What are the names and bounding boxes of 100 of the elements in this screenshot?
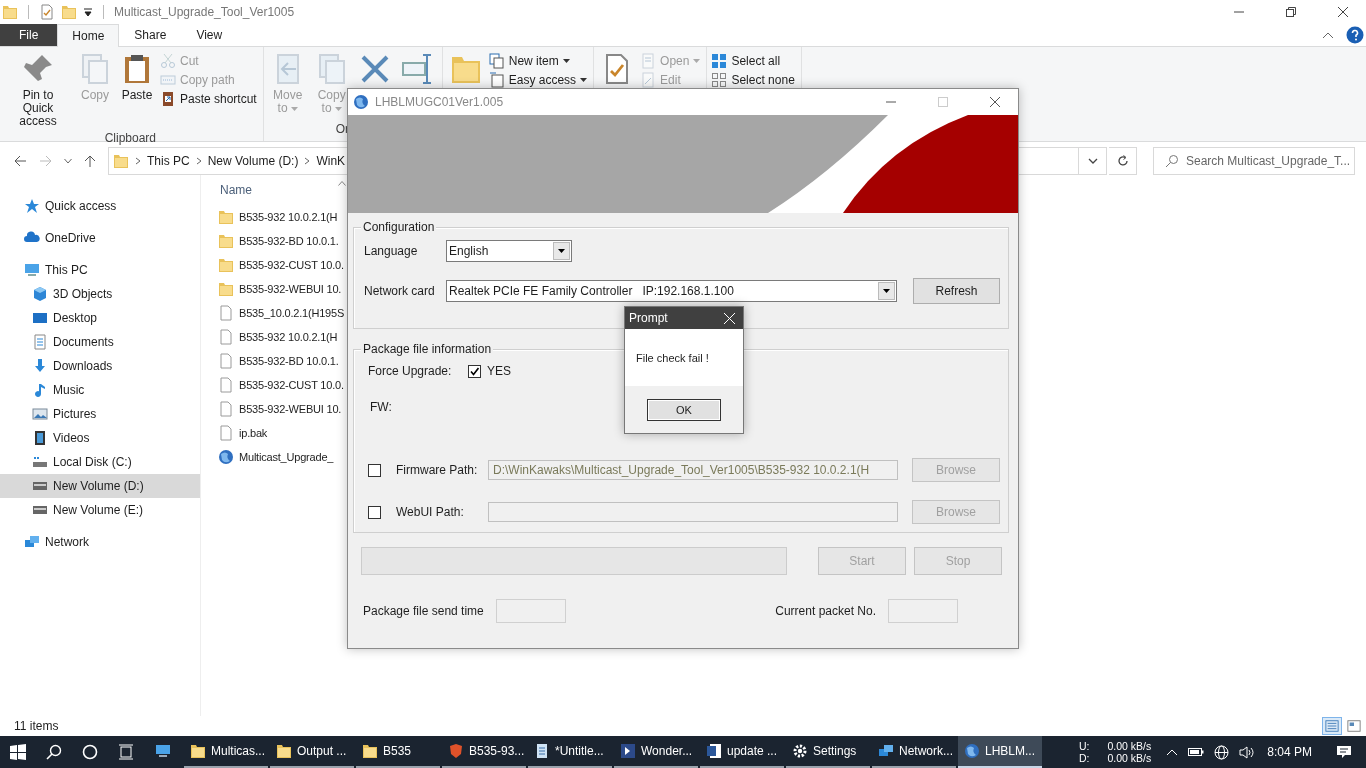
file-name[interactable]: B535-932-CUST 10.0. — [239, 259, 344, 271]
path-field[interactable]: D:\WinKawaks\Multicast_Upgrade_Tool_Ver1005\B535-932 10.0.2.1(H — [488, 460, 898, 480]
chevron-icon — [135, 157, 141, 165]
taskbar-app-button[interactable]: Settings — [786, 736, 870, 768]
file-name[interactable]: B535-932-WEBUI 10. — [239, 403, 342, 415]
nav-item[interactable]: New Volume (E:) — [0, 498, 200, 522]
taskbar-app-button[interactable]: Wonder... — [614, 736, 698, 768]
clock[interactable]: 8:04 PM — [1267, 745, 1312, 759]
file-name[interactable]: ip.bak — [239, 427, 268, 439]
file-name[interactable]: Multicast_Upgrade_ — [239, 451, 334, 463]
ribbon-button[interactable]: Select all — [711, 53, 795, 69]
folder-icon — [362, 743, 378, 759]
nav-item[interactable]: Downloads — [0, 354, 200, 378]
refresh-button[interactable] — [1109, 147, 1137, 175]
notifications-icon[interactable] — [1336, 744, 1352, 760]
taskbar-app-button[interactable]: Output ... — [270, 736, 354, 768]
file-name[interactable]: B535-932 10.0.2.1(H — [239, 211, 338, 223]
breadcrumb[interactable]: WinK — [316, 154, 346, 168]
taskbar-app-button[interactable]: Multicas... — [184, 736, 268, 768]
ribbon-tab[interactable]: Share — [119, 24, 182, 46]
document-icon — [218, 329, 234, 345]
star-icon — [24, 198, 40, 214]
taskbar-app-button[interactable]: LHBLM... — [958, 736, 1042, 768]
file-name[interactable]: B535-932-CUST 10.0. — [239, 379, 344, 391]
group-title: Package file information — [361, 342, 494, 356]
chevron-down-icon — [1087, 158, 1098, 164]
film-icon — [32, 430, 48, 446]
shield-icon — [448, 743, 464, 759]
folder-icon — [61, 4, 77, 20]
document-icon — [218, 401, 234, 417]
checkmark-icon — [470, 366, 479, 376]
network-icon — [24, 534, 40, 550]
checkbox[interactable] — [368, 463, 381, 477]
ribbon-button[interactable]: New item — [488, 53, 588, 69]
shortcut-icon — [160, 91, 176, 107]
nav-item[interactable]: Documents — [0, 330, 200, 354]
dropdown-arrow-icon[interactable] — [83, 7, 93, 17]
file-name[interactable]: B535-932-BD 10.0.1. — [239, 235, 339, 247]
dropdown[interactable]: Realtek PCIe FE Family Controller IP:192.168.1.100 — [446, 280, 897, 302]
taskbar-app-button[interactable]: B535-93... — [442, 736, 526, 768]
document-icon — [706, 743, 722, 759]
ok-button[interactable]: OK — [647, 398, 721, 421]
ribbon-button[interactable]: Select none — [711, 72, 795, 88]
collapse-ribbon-icon[interactable] — [1322, 31, 1334, 39]
file-menu-tab[interactable]: File — [0, 24, 58, 46]
help-icon[interactable] — [1346, 26, 1364, 44]
ribbon-tab[interactable]: Home — [57, 24, 120, 47]
nav-item[interactable]: Videos — [0, 426, 200, 450]
nav-item[interactable]: Music — [0, 378, 200, 402]
file-name[interactable]: B535-932-WEBUI 10. — [239, 283, 342, 295]
tiles-view-icon — [1347, 719, 1361, 733]
file-name[interactable]: B535_10.0.2.1(H195S — [239, 307, 345, 319]
chevron-icon — [304, 157, 311, 165]
ribbon-button[interactable]: Paste shortcut — [160, 91, 257, 107]
path-field[interactable] — [488, 502, 898, 522]
copy-icon — [79, 53, 111, 85]
search-field[interactable]: Search Multicast_Upgrade_T... — [1153, 147, 1355, 175]
nav-item[interactable]: This PC — [0, 258, 200, 282]
view-toggle-button[interactable] — [1344, 717, 1364, 735]
globe-icon[interactable] — [1214, 744, 1230, 760]
file-name[interactable]: B535-932 10.0.2.1(H — [239, 331, 338, 343]
taskbar-app-button[interactable]: Network... — [872, 736, 956, 768]
dropdown[interactable]: English — [446, 240, 572, 262]
checkbox[interactable] — [468, 364, 481, 378]
dialog-message: File check fail ! — [636, 351, 709, 364]
refresh-button[interactable]: Refresh — [913, 278, 1000, 304]
ribbon-button[interactable]: Easy access — [488, 72, 588, 88]
ribbon-tab[interactable]: View — [181, 24, 238, 46]
view-toggle-button[interactable] — [1322, 717, 1342, 735]
recent-locations-icon[interactable] — [64, 158, 72, 164]
network-icon — [878, 743, 894, 759]
taskbar-app-button[interactable]: update ... — [700, 736, 784, 768]
nav-item[interactable]: Network — [0, 530, 200, 554]
nav-item[interactable]: Desktop — [0, 306, 200, 330]
column-header[interactable]: Name — [218, 183, 338, 197]
edit-icon — [640, 72, 657, 88]
breadcrumb[interactable]: This PC — [147, 154, 190, 168]
taskbar-app-button[interactable]: *Untitle... — [528, 736, 612, 768]
nav-item[interactable]: Local Disk (C:) — [0, 450, 200, 474]
checkbox[interactable] — [368, 505, 381, 519]
ribbon-button[interactable]: Paste — [118, 51, 156, 104]
battery-icon[interactable] — [1188, 747, 1205, 757]
field-label: Language — [364, 244, 419, 258]
network-speed-label: D: — [1079, 752, 1090, 764]
up-icon — [83, 154, 97, 168]
taskbar-app-button[interactable]: B535 — [356, 736, 440, 768]
nav-item[interactable]: New Volume (D:) — [0, 474, 200, 498]
breadcrumb[interactable]: New Volume (D:) — [207, 154, 299, 168]
monitor-icon — [24, 262, 40, 278]
maximize-icon — [938, 97, 948, 107]
nav-item[interactable]: Quick access — [0, 194, 200, 218]
nav-item[interactable]: 3D Objects — [0, 282, 200, 306]
file-name[interactable]: B535-932-BD 10.0.1. — [239, 355, 339, 367]
nav-item[interactable]: OneDrive — [0, 226, 200, 250]
speaker-icon[interactable] — [1239, 744, 1255, 760]
nav-item[interactable]: Pictures — [0, 402, 200, 426]
folder-icon — [218, 281, 234, 297]
caret-icon — [558, 249, 565, 253]
ribbon-button[interactable]: Pin to Quick access — [4, 51, 72, 130]
show-hidden-icons-icon[interactable] — [1166, 748, 1179, 756]
